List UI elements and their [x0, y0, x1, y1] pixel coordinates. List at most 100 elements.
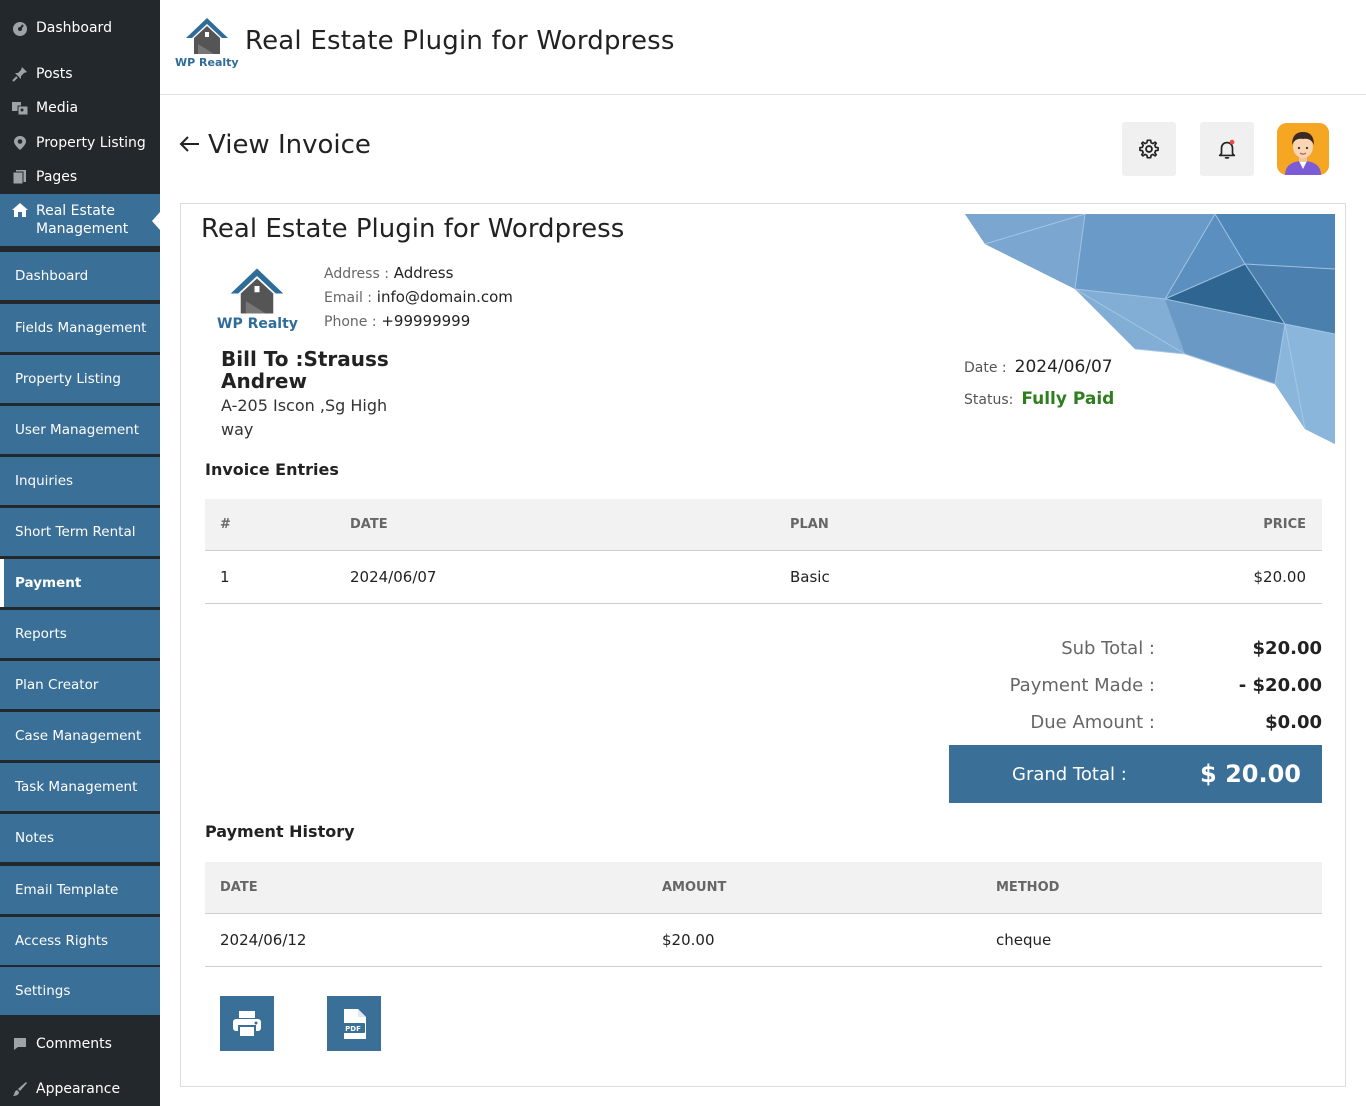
invoice-logo: WP Realty — [217, 266, 298, 332]
print-icon — [233, 1010, 261, 1038]
table-cell: 2024/06/07 — [350, 550, 790, 604]
avatar-icon — [1277, 123, 1329, 175]
invoice-entries-table: # DATE PLAN PRICE 1 2024/06/07 Basic $20… — [205, 499, 1322, 604]
sidebar-item-real-estate-management[interactable]: Real Estate Management — [0, 194, 160, 246]
grand-total-value: $ 20.00 — [1200, 760, 1301, 788]
company-email: Email : info@domain.com — [324, 288, 513, 306]
location-pin-icon — [8, 135, 32, 151]
brush-icon — [8, 1081, 32, 1097]
sidebar-item-pages[interactable]: Pages — [0, 160, 160, 194]
status-badge: Fully Paid — [1021, 389, 1115, 409]
invoice-status: Status: Fully Paid — [964, 389, 1114, 409]
email-label: Email : — [324, 290, 373, 306]
bill-to-address: A-205 Iscon ,Sg High way — [221, 396, 388, 439]
status-label: Status: — [964, 392, 1014, 408]
bill-to-name: Bill To :Strauss Andrew — [221, 347, 389, 393]
address-label: Address : — [324, 266, 389, 282]
arrow-left-icon — [178, 130, 200, 160]
payment-made-label: Payment Made : — [1009, 674, 1155, 696]
column-header: PRICE — [1120, 499, 1322, 551]
submenu-item-inquiries[interactable]: Inquiries — [0, 457, 160, 505]
decorative-polygon-banner — [965, 214, 1335, 444]
submenu-item-user-management[interactable]: User Management — [0, 406, 160, 454]
payment-history-title: Payment History — [205, 822, 355, 841]
submenu-item-payment[interactable]: Payment — [0, 559, 160, 607]
company-address: Address : Address — [324, 264, 453, 282]
submenu-item-fields-management[interactable]: Fields Management — [0, 304, 160, 352]
submenu-item-case-management[interactable]: Case Management — [0, 712, 160, 760]
invoice-card: Real Estate Plugin for Wordpress WP Real… — [180, 203, 1346, 1087]
admin-sidebar: Dashboard Posts Media Property Listing P… — [0, 0, 160, 1106]
address-value: Address — [393, 264, 454, 282]
site-title: Real Estate Plugin for Wordpress — [245, 26, 675, 56]
pin-icon — [8, 66, 32, 82]
table-header-row: # DATE PLAN PRICE — [205, 499, 1322, 551]
grand-total-bar: Grand Total : $ 20.00 — [949, 745, 1322, 803]
comment-icon — [8, 1036, 32, 1052]
sidebar-item-appearance[interactable]: Appearance — [0, 1072, 160, 1106]
table-header-row: DATE AMOUNT METHOD — [205, 862, 1322, 914]
table-cell: cheque — [996, 913, 1322, 967]
submenu-item-property-listing[interactable]: Property Listing — [0, 355, 160, 403]
sidebar-item-comments[interactable]: Comments — [0, 1027, 160, 1061]
payment-history-table: DATE AMOUNT METHOD 2024/06/12 $20.00 che… — [205, 862, 1322, 967]
notifications-button[interactable] — [1200, 122, 1254, 176]
user-avatar[interactable] — [1277, 123, 1329, 175]
table-row: 2024/06/12 $20.00 cheque — [205, 913, 1322, 967]
header-logo[interactable]: WP Realty — [175, 16, 239, 69]
sidebar-item-posts[interactable]: Posts — [0, 57, 160, 91]
pages-icon — [8, 169, 32, 185]
submenu-item-settings[interactable]: Settings — [0, 967, 160, 1015]
table-cell: 2024/06/12 — [205, 913, 662, 967]
invoice-entries-title: Invoice Entries — [205, 460, 339, 479]
submenu-item-plan-creator[interactable]: Plan Creator — [0, 661, 160, 709]
sidebar-item-label: Pages — [36, 169, 78, 185]
table-cell: $20.00 — [1120, 550, 1322, 604]
sidebar-item-dashboard[interactable]: Dashboard — [0, 11, 160, 45]
column-header: METHOD — [996, 862, 1322, 914]
settings-button[interactable] — [1122, 122, 1176, 176]
sub-total-label: Sub Total : — [1061, 637, 1155, 659]
sidebar-item-label: Dashboard — [36, 20, 112, 36]
sidebar-item-label: Media — [36, 100, 79, 116]
submenu-item-task-management[interactable]: Task Management — [0, 763, 160, 811]
submenu-item-dashboard[interactable]: Dashboard — [0, 252, 160, 300]
invoice-company-name: Real Estate Plugin for Wordpress — [201, 214, 625, 244]
download-pdf-button[interactable]: PDF — [327, 996, 381, 1051]
back-button[interactable]: View Invoice — [178, 130, 371, 160]
company-phone: Phone : +99999999 — [324, 312, 470, 330]
sidebar-item-property-listing[interactable]: Property Listing — [0, 126, 160, 160]
submenu-item-reports[interactable]: Reports — [0, 610, 160, 658]
column-header: # — [205, 499, 350, 551]
due-amount-label: Due Amount : — [1030, 711, 1155, 733]
column-header: DATE — [205, 862, 662, 914]
sub-total-value: $20.00 — [1252, 637, 1322, 659]
payment-made-value: - $20.00 — [1238, 674, 1322, 696]
logo-wordmark: WP Realty — [175, 56, 239, 69]
logo-wordmark: WP Realty — [217, 316, 298, 332]
phone-value: +99999999 — [381, 312, 471, 330]
home-icon — [8, 202, 32, 218]
dashboard-icon — [8, 20, 32, 36]
column-header: DATE — [350, 499, 790, 551]
table-cell: Basic — [790, 550, 1120, 604]
page-header: View Invoice — [178, 118, 1348, 180]
print-button[interactable] — [220, 996, 274, 1051]
submenu-item-notes[interactable]: Notes — [0, 814, 160, 862]
sub-total-row: Sub Total : $20.00 — [949, 633, 1322, 663]
invoice-date: Date : 2024/06/07 — [964, 357, 1113, 377]
payment-made-row: Payment Made : - $20.00 — [949, 670, 1322, 700]
top-header: WP Realty Real Estate Plugin for Wordpre… — [160, 0, 1366, 95]
pdf-icon: PDF — [341, 1008, 366, 1039]
phone-label: Phone : — [324, 314, 377, 330]
table-row: 1 2024/06/07 Basic $20.00 — [205, 550, 1322, 604]
sidebar-item-media[interactable]: Media — [0, 91, 160, 125]
submenu-item-short-term-rental[interactable]: Short Term Rental — [0, 508, 160, 556]
due-amount-row: Due Amount : $0.00 — [949, 707, 1322, 737]
table-cell: $20.00 — [662, 913, 996, 967]
sidebar-item-label: Real Estate Management — [36, 203, 129, 237]
gear-icon — [1139, 139, 1159, 159]
submenu-item-email-template[interactable]: Email Template — [0, 866, 160, 914]
date-label: Date : — [964, 360, 1007, 376]
submenu-item-access-rights[interactable]: Access Rights — [0, 917, 160, 965]
